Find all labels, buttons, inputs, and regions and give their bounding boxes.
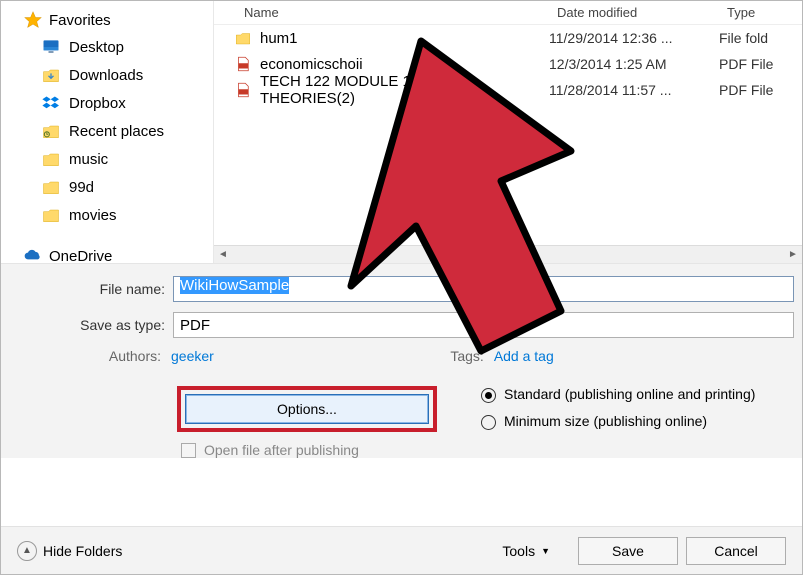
file-list: Name Date modified Type hum1 11/29/2014 … <box>213 1 802 263</box>
save-button[interactable]: Save <box>578 537 678 565</box>
sidebar-item-recent[interactable]: Recent places <box>23 117 213 145</box>
authors-value[interactable]: geeker <box>171 348 214 364</box>
open-after-checkbox[interactable]: Open file after publishing <box>177 442 481 458</box>
folder-icon <box>41 205 61 225</box>
file-date: 11/29/2014 12:36 ... <box>549 30 719 46</box>
horizontal-scrollbar[interactable]: ◄ ► <box>214 245 802 263</box>
file-name: economicschoii <box>260 56 363 73</box>
recent-places-icon <box>41 121 61 141</box>
sidebar-item-99d[interactable]: 99d <box>23 173 213 201</box>
savetype-label: Save as type: <box>1 317 173 333</box>
open-after-label: Open file after publishing <box>204 442 359 458</box>
tags-label: Tags: <box>444 348 494 364</box>
sidebar-item-desktop[interactable]: Desktop <box>23 33 213 61</box>
desktop-icon <box>41 37 61 57</box>
navigation-sidebar: Favorites Desktop Downloads Dropbox <box>1 1 213 263</box>
col-header-type[interactable]: Type <box>719 5 802 20</box>
tools-dropdown[interactable]: Tools ▼ <box>502 543 550 559</box>
column-headers[interactable]: Name Date modified Type <box>214 1 802 25</box>
chevron-down-icon: ▼ <box>541 546 550 556</box>
radio-icon <box>481 388 496 403</box>
sidebar-item-movies[interactable]: movies <box>23 201 213 229</box>
sidebar-item-label: Downloads <box>69 67 143 84</box>
star-icon <box>23 10 43 30</box>
file-date: 11/28/2014 11:57 ... <box>549 82 719 98</box>
optimize-minimum-label: Minimum size (publishing online) <box>504 413 707 429</box>
file-row[interactable]: hum1 11/29/2014 12:36 ... File fold <box>214 25 802 51</box>
folder-icon <box>234 29 252 47</box>
sidebar-item-downloads[interactable]: Downloads <box>23 61 213 89</box>
file-type: File fold <box>719 30 802 46</box>
optimize-minimum-radio[interactable]: Minimum size (publishing online) <box>481 413 782 430</box>
filename-input[interactable]: WikiHowSample <box>173 276 794 302</box>
optimize-standard-radio[interactable]: Standard (publishing online and printing… <box>481 386 782 403</box>
filename-label: File name: <box>1 281 173 297</box>
file-name: TECH 122 MODULE 1 COLOR THEORIES(2) <box>260 73 549 107</box>
scroll-left-icon[interactable]: ◄ <box>214 246 232 263</box>
file-date: 12/3/2014 1:25 AM <box>549 56 719 72</box>
optimize-standard-label: Standard (publishing online and printing… <box>504 386 755 402</box>
tags-value[interactable]: Add a tag <box>494 348 554 364</box>
sidebar-item-label: 99d <box>69 179 94 196</box>
folder-icon <box>41 177 61 197</box>
file-row[interactable]: TECH 122 MODULE 1 COLOR THEORIES(2) 11/2… <box>214 77 802 103</box>
col-header-date[interactable]: Date modified <box>549 5 719 20</box>
sidebar-item-label: music <box>69 151 108 168</box>
savetype-dropdown[interactable]: PDF <box>173 312 794 338</box>
onedrive-icon <box>23 246 43 263</box>
dialog-footer: ▲ Hide Folders Tools ▼ Save Cancel <box>1 526 802 574</box>
sidebar-item-dropbox[interactable]: Dropbox <box>23 89 213 117</box>
pdf-icon <box>234 55 252 73</box>
favorites-header[interactable]: Favorites <box>23 7 213 33</box>
sidebar-item-label: Recent places <box>69 123 164 140</box>
onedrive-label: OneDrive <box>49 248 112 264</box>
sidebar-item-label: Dropbox <box>69 95 126 112</box>
chevron-up-icon: ▲ <box>17 541 37 561</box>
checkbox-icon <box>181 443 196 458</box>
onedrive-header[interactable]: OneDrive <box>23 243 213 263</box>
radio-icon <box>481 415 496 430</box>
hide-folders-button[interactable]: ▲ Hide Folders <box>17 541 122 561</box>
file-name: hum1 <box>260 30 298 47</box>
scroll-right-icon[interactable]: ► <box>784 246 802 263</box>
file-type: PDF File <box>719 82 802 98</box>
authors-label: Authors: <box>71 348 171 364</box>
cancel-button[interactable]: Cancel <box>686 537 786 565</box>
sidebar-item-label: Desktop <box>69 39 124 56</box>
options-button[interactable]: Options... <box>185 394 429 424</box>
file-type: PDF File <box>719 56 802 72</box>
pdf-icon <box>234 81 252 99</box>
options-highlight: Options... <box>177 386 437 432</box>
sidebar-item-label: movies <box>69 207 117 224</box>
save-form: File name: WikiHowSample Save as type: P… <box>1 264 802 458</box>
favorites-label: Favorites <box>49 12 111 29</box>
folder-icon <box>41 149 61 169</box>
col-header-name[interactable]: Name <box>214 5 549 20</box>
downloads-icon <box>41 65 61 85</box>
dropbox-icon <box>41 93 61 113</box>
sidebar-item-music[interactable]: music <box>23 145 213 173</box>
